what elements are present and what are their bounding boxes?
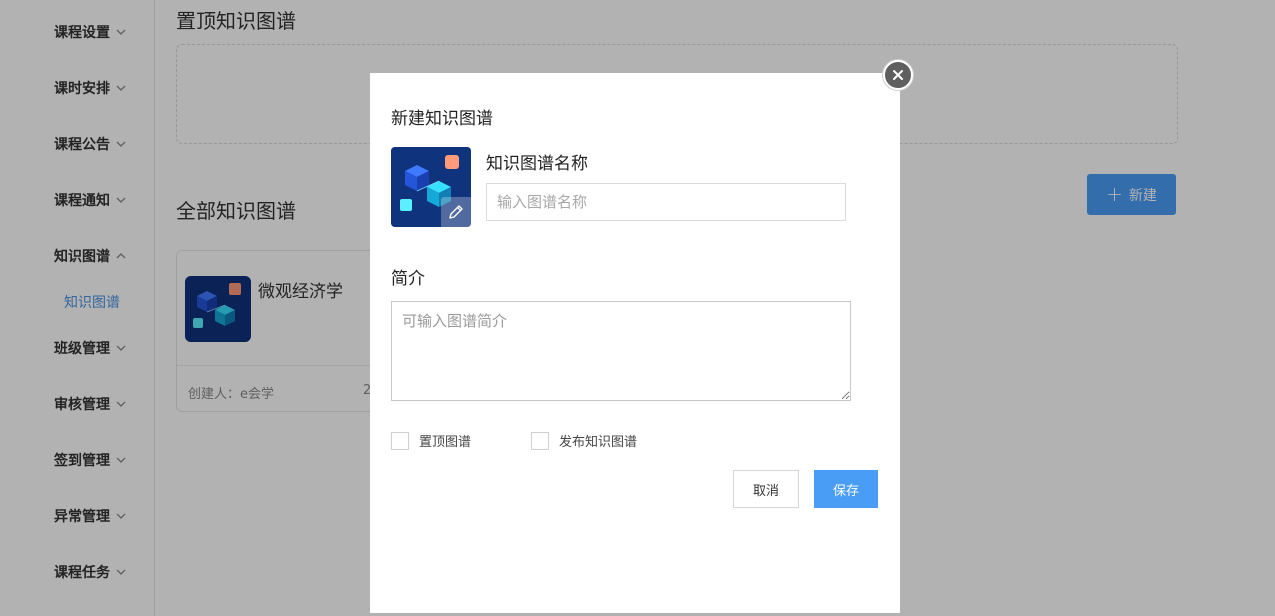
graph-name-label: 知识图谱名称 <box>486 154 588 174</box>
checkbox-box[interactable] <box>531 431 549 450</box>
checkbox-box[interactable] <box>391 431 409 450</box>
pin-graph-checkbox[interactable]: 置顶图谱 <box>391 431 471 450</box>
intro-textarea[interactable] <box>391 301 851 401</box>
cancel-button[interactable]: 取消 <box>733 470 799 508</box>
intro-label: 简介 <box>391 269 425 289</box>
save-button[interactable]: 保存 <box>814 470 878 508</box>
graph-name-input[interactable] <box>486 183 846 221</box>
publish-graph-label: 发布知识图谱 <box>559 435 638 450</box>
new-graph-dialog: 新建知识图谱 知识图谱名称 简介 置顶图谱 发布知识图谱 取消 保存 <box>370 73 900 613</box>
pin-graph-label: 置顶图谱 <box>419 435 472 450</box>
pencil-icon[interactable] <box>441 197 471 227</box>
graph-cover-image[interactable] <box>391 147 471 227</box>
publish-graph-checkbox[interactable]: 发布知识图谱 <box>531 431 637 450</box>
close-icon[interactable] <box>883 60 913 90</box>
dialog-title: 新建知识图谱 <box>391 109 493 129</box>
